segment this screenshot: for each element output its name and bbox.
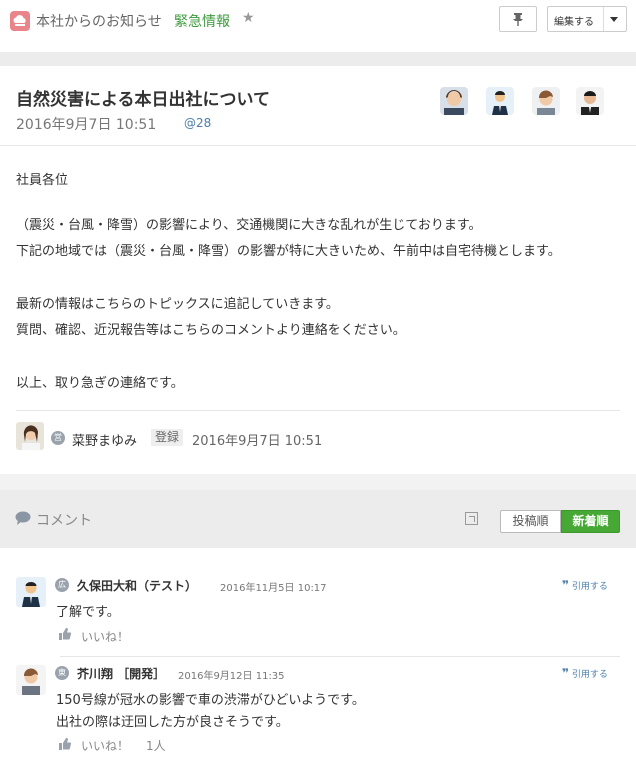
edit-button-divider	[603, 7, 604, 31]
department-badge-icon: 東	[55, 666, 69, 680]
author-divider	[16, 410, 620, 411]
like-button[interactable]: いいね！	[81, 628, 129, 645]
comment-text: 了解です。	[56, 605, 120, 620]
sort-newest-button[interactable]: 新着順	[561, 510, 620, 533]
open-external-icon[interactable]	[465, 512, 478, 525]
quote-button[interactable]: ❞ 引用する	[562, 666, 608, 680]
reader-avatar[interactable]	[532, 87, 560, 115]
reader-avatar[interactable]	[440, 87, 468, 115]
registered-badge: 登録	[151, 429, 184, 446]
author-avatar[interactable]	[16, 422, 44, 450]
commenter-avatar[interactable]	[16, 577, 46, 607]
edit-button-label: 編集する	[554, 17, 594, 28]
comments-header: コメント 投稿順 新着順	[0, 490, 636, 548]
comment-divider	[60, 656, 620, 657]
section-divider	[0, 52, 636, 66]
breadcrumb[interactable]: 本社からのお知らせ	[36, 11, 162, 31]
body-line: 下記の地域では（震災・台風・降雪）の影響が特に大きいため、午前中は自宅待機としま…	[16, 244, 561, 259]
quote-icon: ❞	[562, 666, 570, 680]
post-date: 2016年9月7日 10:51	[16, 117, 157, 133]
department-badge-icon: 広	[55, 578, 69, 592]
section-divider	[0, 474, 636, 490]
quote-label: 引用する	[571, 582, 608, 592]
pin-button[interactable]	[499, 6, 537, 32]
body-line: 質問、確認、近況報告等はこちらのコメントより連絡をください。	[16, 323, 406, 338]
pin-icon	[513, 13, 523, 26]
app-icon[interactable]	[10, 11, 30, 31]
body-line: 以上、取り急ぎの連絡です。	[16, 376, 184, 391]
comment-text: 出社の際は迂回した方が良さそうです。	[56, 715, 289, 730]
quote-label: 引用する	[571, 670, 608, 680]
thumbs-up-icon[interactable]	[59, 738, 71, 750]
comment-date: 2016年11月5日 10:17	[220, 583, 327, 594]
reader-avatar[interactable]	[486, 87, 514, 115]
post-title: 自然災害による本日出社について	[16, 90, 270, 110]
author-name[interactable]: 菜野まゆみ	[72, 430, 137, 449]
reader-avatar[interactable]	[576, 87, 604, 115]
commenter-avatar[interactable]	[16, 665, 46, 695]
read-count-link[interactable]: @28	[184, 116, 211, 130]
quote-button[interactable]: ❞ 引用する	[562, 578, 608, 592]
department-badge-icon: 営	[51, 431, 65, 445]
body-line: （震災・台風・降雪）の影響により、交通機関に大きな乱れが生じております。	[16, 218, 482, 233]
sort-oldest-button[interactable]: 投稿順	[500, 510, 561, 533]
star-icon[interactable]: ★	[242, 10, 255, 26]
caret-down-icon[interactable]	[610, 17, 618, 22]
thumbs-up-icon[interactable]	[59, 628, 71, 640]
post-header: 自然災害による本日出社について 2016年9月7日 10:51 @28	[0, 66, 636, 146]
registered-date: 2016年9月7日 10:51	[192, 434, 323, 449]
commenter-name[interactable]: 久保田大和（テスト）	[77, 577, 197, 594]
like-count[interactable]: 1人	[146, 737, 166, 754]
top-bar: 本社からのお知らせ 緊急情報 ★ 編集する	[0, 0, 636, 42]
body-line: 最新の情報はこちらのトピックスに追記していきます。	[16, 297, 339, 312]
commenter-name[interactable]: 芥川翔 ［開発］	[77, 665, 165, 682]
edit-button[interactable]: 編集する	[547, 6, 627, 32]
body-line: 社員各位	[16, 173, 69, 188]
comment-text: 150号線が冠水の影響で車の渋滞がひどいようです。	[56, 693, 365, 708]
comment-bubble-icon	[15, 511, 31, 525]
comment-date: 2016年9月12日 11:35	[178, 671, 285, 682]
category-label[interactable]: 緊急情報	[174, 11, 230, 31]
comments-title: コメント	[36, 513, 92, 529]
quote-icon: ❞	[562, 578, 570, 592]
like-button[interactable]: いいね！	[81, 737, 129, 754]
